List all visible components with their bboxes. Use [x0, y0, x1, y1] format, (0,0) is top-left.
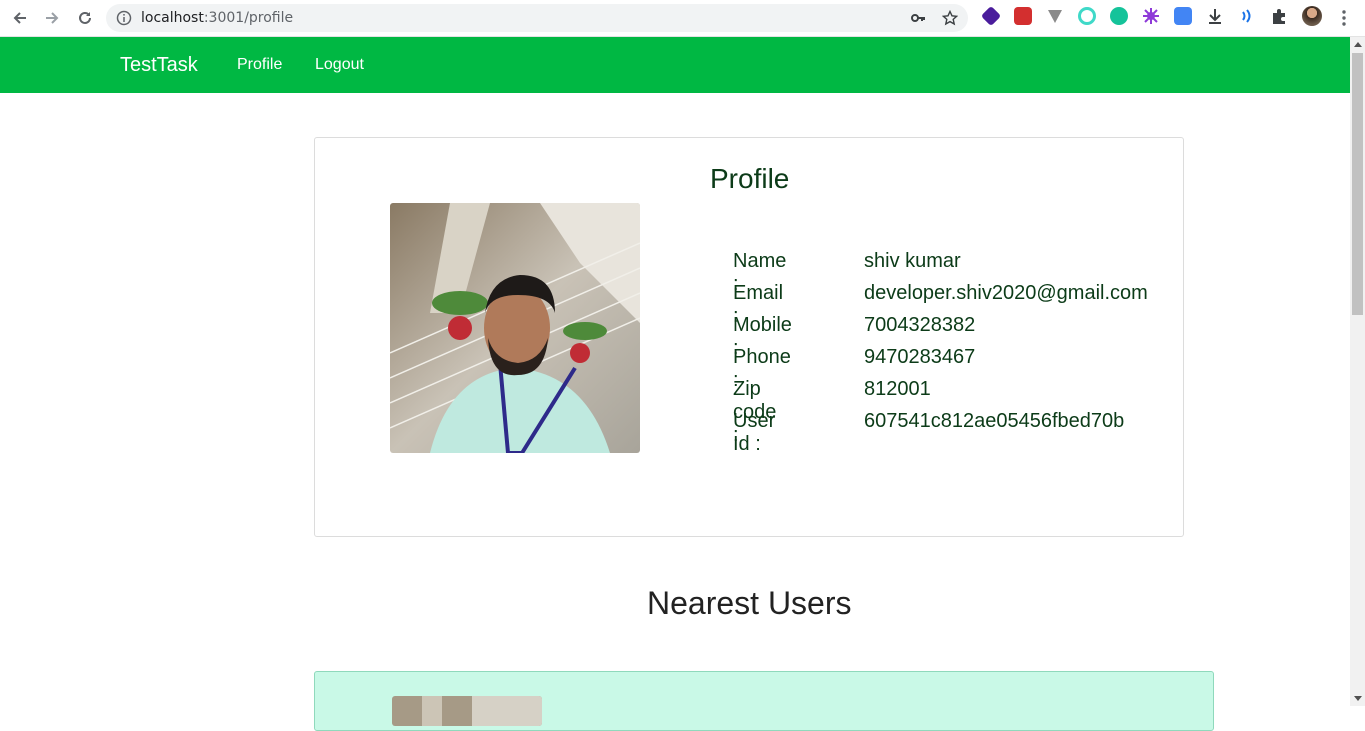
field-value: developer.shiv2020@gmail.com — [864, 282, 1148, 304]
extension-icon-1[interactable] — [980, 5, 1002, 27]
page-scrollbar[interactable] — [1350, 37, 1365, 706]
nearest-users-title: Nearest Users — [647, 585, 852, 621]
reload-icon — [79, 11, 91, 24]
field-label: User Id : — [733, 410, 776, 455]
back-button[interactable] — [8, 6, 32, 30]
browser-toolbar: localhost:3001/profile — [0, 0, 1365, 37]
nearest-user-card — [314, 671, 1214, 731]
star-icon[interactable] — [942, 10, 958, 26]
menu-button[interactable] — [1332, 6, 1356, 30]
info-icon[interactable] — [116, 10, 132, 26]
nearest-user-photo — [392, 696, 542, 726]
extension-icon-6[interactable] — [1142, 7, 1160, 25]
profile-photo — [390, 203, 640, 453]
key-icon[interactable] — [910, 10, 926, 26]
app-navbar: TestTask Profile Logout — [0, 37, 1350, 93]
translate-icon[interactable] — [1174, 7, 1192, 25]
puzzle-icon[interactable] — [1270, 7, 1288, 25]
extension-icon-3[interactable] — [1046, 7, 1064, 25]
profile-card: Profile Name: shiv kumar Email: develo… — [314, 137, 1184, 537]
field-value: shiv kumar — [864, 250, 961, 272]
field-value: 812001 — [864, 378, 931, 400]
forward-button[interactable] — [40, 6, 64, 30]
address-bar[interactable]: localhost:3001/profile — [106, 4, 968, 32]
field-value: 9470283467 — [864, 346, 976, 368]
nav-link-profile[interactable]: Profile — [237, 56, 282, 74]
download-icon[interactable] — [1206, 7, 1224, 25]
profile-title: Profile — [710, 163, 790, 194]
extension-icon-9[interactable] — [1238, 7, 1256, 25]
field-value: 607541c812ae05456fbed70b — [864, 410, 1125, 432]
kebab-menu-icon — [1342, 10, 1346, 26]
forward-arrow-icon — [46, 12, 59, 24]
url-text: localhost:3001/profile — [141, 10, 294, 26]
scroll-down-arrow-icon[interactable] — [1350, 691, 1365, 706]
extension-icon-2[interactable] — [1014, 7, 1032, 25]
brand-link[interactable]: TestTask — [120, 54, 198, 77]
extension-icon-4[interactable] — [1078, 7, 1096, 25]
reload-button[interactable] — [73, 6, 97, 30]
back-arrow-icon — [13, 12, 26, 24]
profile-avatar-icon[interactable] — [1302, 6, 1322, 26]
nav-link-logout[interactable]: Logout — [315, 56, 364, 74]
scroll-thumb[interactable] — [1352, 53, 1363, 315]
grammarly-icon[interactable] — [1110, 7, 1128, 25]
scroll-up-arrow-icon[interactable] — [1350, 37, 1365, 52]
field-value: 7004328382 — [864, 314, 976, 336]
